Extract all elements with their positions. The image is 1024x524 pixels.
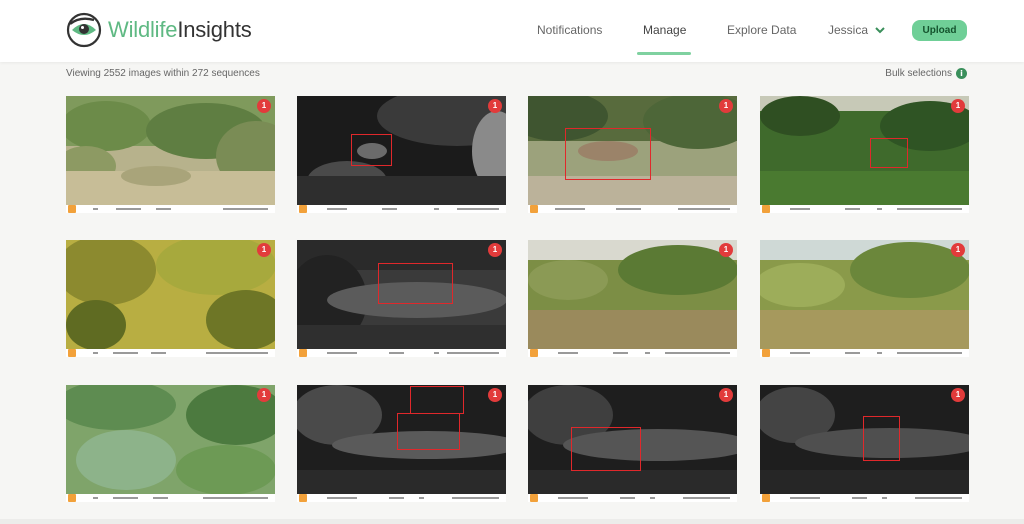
camera-icon	[68, 205, 76, 213]
image-count-badge: 1	[951, 243, 965, 257]
bulk-selections-label: Bulk selections	[885, 68, 952, 79]
image-card[interactable]: 1	[528, 96, 737, 213]
nav-notifications[interactable]: Notifications	[537, 23, 602, 37]
detection-box[interactable]	[870, 138, 908, 168]
camera-icon	[762, 205, 770, 213]
camera-icon	[299, 494, 307, 502]
results-summary: Viewing 2552 images within 272 sequences	[66, 68, 260, 79]
info-icon[interactable]: i	[956, 68, 967, 79]
camera-icon	[299, 205, 307, 213]
image-card[interactable]: 1	[297, 240, 506, 357]
image-card[interactable]: 1	[66, 96, 275, 213]
brand-name: WildlifeInsights	[108, 17, 252, 42]
metadata-strip	[760, 349, 969, 357]
user-menu[interactable]: Jessica	[828, 23, 886, 37]
detection-box[interactable]	[378, 263, 453, 304]
image-count-badge: 1	[257, 388, 271, 402]
camera-trap-photo	[66, 240, 275, 351]
camera-icon	[530, 205, 538, 213]
metadata-strip	[297, 205, 506, 213]
image-card[interactable]: 1	[297, 385, 506, 502]
active-nav-indicator	[637, 52, 691, 55]
image-count-badge: 1	[488, 243, 502, 257]
detection-box[interactable]	[397, 413, 460, 450]
camera-icon	[762, 494, 770, 502]
metadata-strip	[760, 494, 969, 502]
image-card[interactable]: 1	[528, 240, 737, 357]
image-count-badge: 1	[951, 388, 965, 402]
eye-logo-icon	[66, 12, 102, 48]
page-bottom-divider	[0, 519, 1024, 524]
image-count-badge: 1	[719, 243, 733, 257]
image-card[interactable]: 1	[66, 240, 275, 357]
metadata-strip	[528, 494, 737, 502]
metadata-strip	[297, 494, 506, 502]
image-count-badge: 1	[257, 99, 271, 113]
camera-icon	[68, 494, 76, 502]
detection-box[interactable]	[351, 134, 392, 166]
top-navigation-bar: WildlifeInsights Notifications Manage Ex…	[0, 0, 1024, 62]
nav-manage[interactable]: Manage	[643, 23, 686, 37]
camera-icon	[530, 494, 538, 502]
image-card[interactable]: 1	[760, 385, 969, 502]
metadata-strip	[528, 205, 737, 213]
image-card[interactable]: 1	[66, 385, 275, 502]
image-count-badge: 1	[488, 99, 502, 113]
bulk-selections-toggle[interactable]: Bulk selections i	[885, 68, 967, 79]
camera-icon	[530, 349, 538, 357]
metadata-strip	[297, 349, 506, 357]
metadata-strip	[760, 205, 969, 213]
metadata-strip	[66, 494, 275, 502]
upload-button[interactable]: Upload	[912, 20, 967, 41]
image-card[interactable]: 1	[297, 96, 506, 213]
metadata-strip	[66, 349, 275, 357]
detection-box[interactable]	[565, 128, 651, 180]
camera-trap-photo	[760, 240, 969, 351]
camera-icon	[68, 349, 76, 357]
camera-icon	[299, 349, 307, 357]
camera-trap-photo	[760, 96, 969, 207]
image-count-badge: 1	[488, 388, 502, 402]
user-name: Jessica	[828, 23, 869, 37]
metadata-strip	[528, 349, 737, 357]
detection-box[interactable]	[571, 427, 641, 471]
brand-logo[interactable]: WildlifeInsights	[66, 12, 252, 48]
nav-explore-data[interactable]: Explore Data	[727, 23, 796, 37]
camera-trap-photo	[66, 96, 275, 207]
image-count-badge: 1	[719, 388, 733, 402]
camera-trap-photo	[528, 240, 737, 351]
image-count-badge: 1	[719, 99, 733, 113]
chevron-down-icon	[875, 27, 886, 34]
image-count-badge: 1	[951, 99, 965, 113]
image-card[interactable]: 1	[528, 385, 737, 502]
image-card[interactable]: 1	[760, 96, 969, 213]
image-count-badge: 1	[257, 243, 271, 257]
metadata-strip	[66, 205, 275, 213]
camera-trap-photo	[297, 96, 506, 207]
camera-trap-photo	[66, 385, 275, 496]
detection-box[interactable]	[410, 386, 464, 414]
detection-box[interactable]	[863, 416, 900, 461]
image-card[interactable]: 1	[760, 240, 969, 357]
camera-icon	[762, 349, 770, 357]
